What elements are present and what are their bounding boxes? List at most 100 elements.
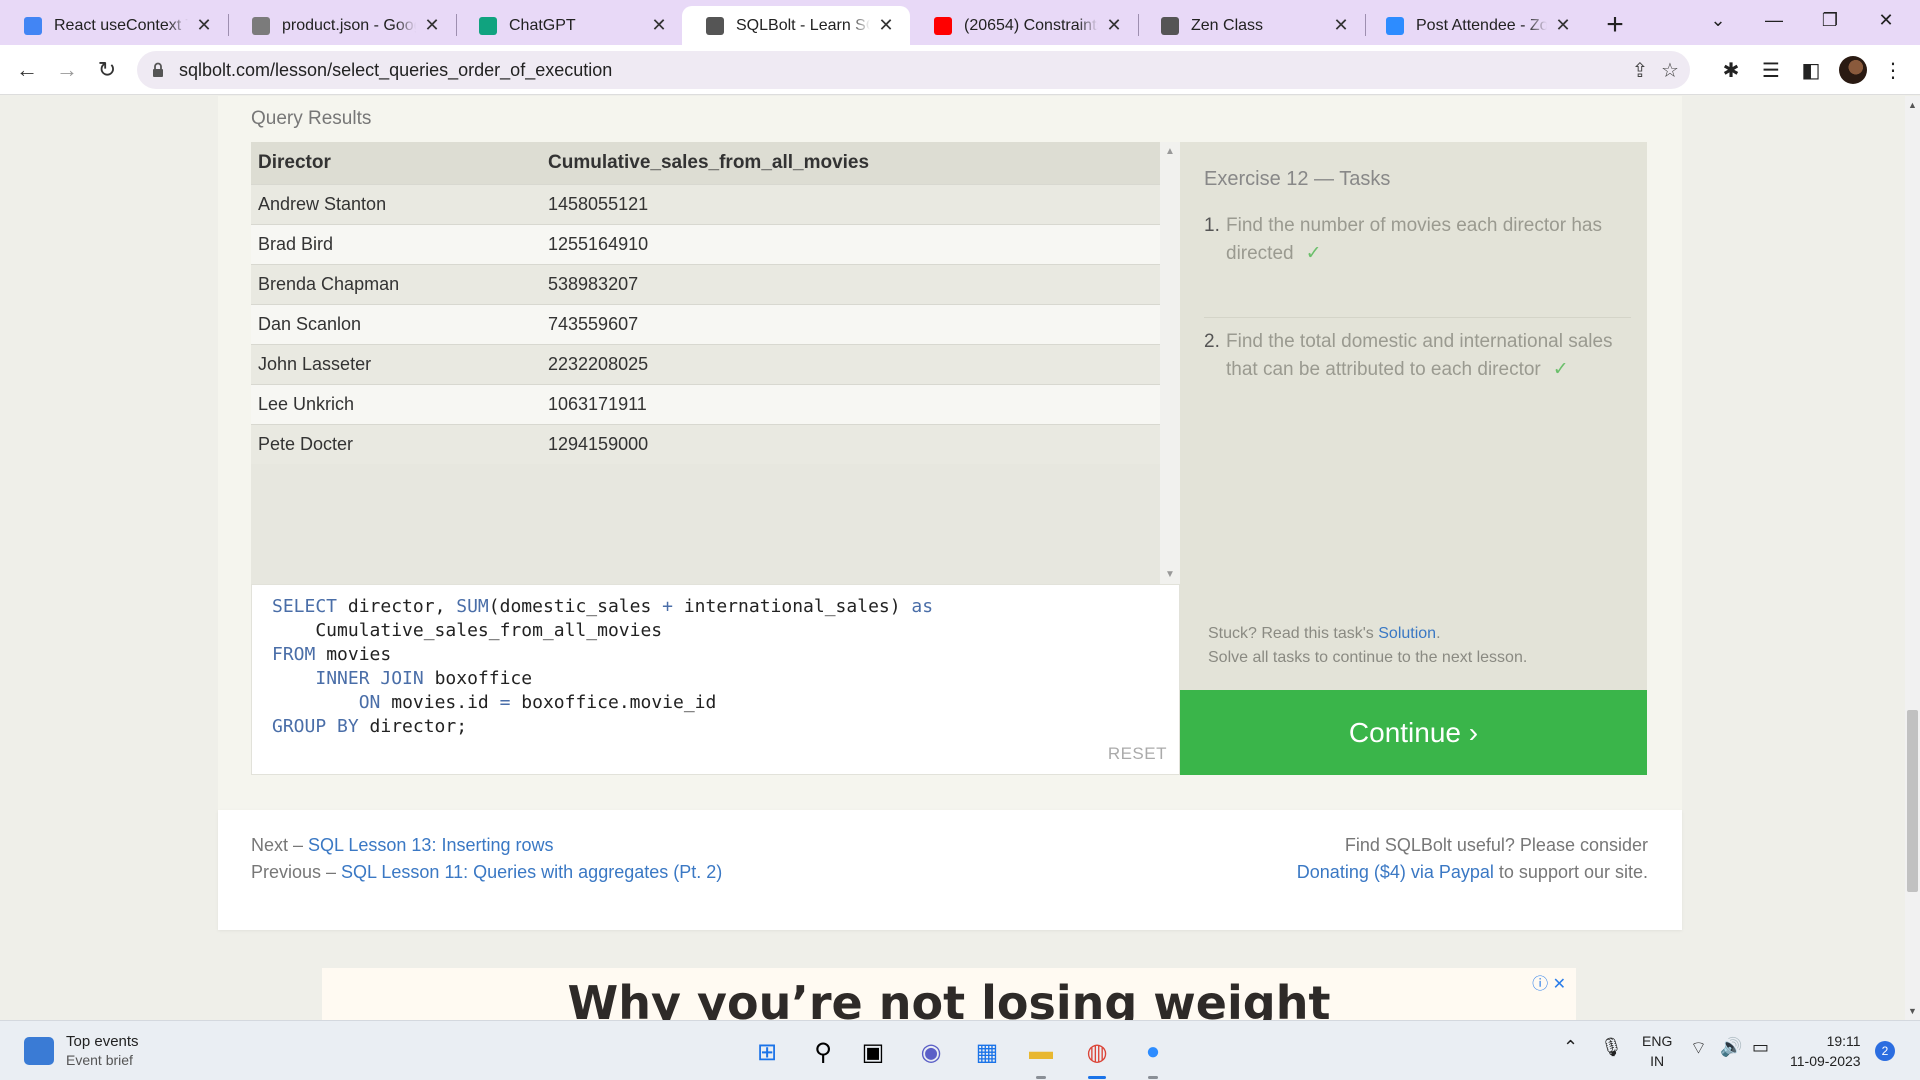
start-icon[interactable]: ⊞ <box>748 1033 786 1071</box>
tab-2[interactable]: product.json - Google Drive ✕ <box>228 6 456 45</box>
solution-link[interactable]: Solution <box>1378 625 1436 642</box>
restore-button[interactable]: ❐ <box>1802 0 1858 40</box>
code-line[interactable]: FROM movies <box>272 643 933 667</box>
sql-text[interactable]: director, <box>337 596 456 617</box>
menu-kebab-icon[interactable]: ⋮ <box>1878 55 1908 85</box>
lock-icon[interactable] <box>151 61 165 79</box>
clock[interactable]: 19:11 11-09-2023 <box>1790 1031 1861 1071</box>
sql-text[interactable]: (domestic_sales <box>489 596 662 617</box>
sql-text[interactable] <box>272 692 359 713</box>
adchoices-icon[interactable]: ⓘ <box>1532 976 1548 993</box>
ad-close-icon[interactable]: ✕ <box>1553 976 1566 993</box>
page-scroll-thumb[interactable] <box>1907 710 1918 892</box>
tab-3[interactable]: ChatGPT ✕ <box>455 6 683 45</box>
sql-text[interactable]: international_sales) <box>673 596 911 617</box>
results-scrollbar[interactable]: ▲ ▼ <box>1160 142 1180 584</box>
widgets-button[interactable]: Top events Event brief <box>24 1033 139 1068</box>
task-view-icon[interactable]: ▣ <box>854 1033 892 1071</box>
page-scroll-up-icon[interactable]: ▲ <box>1908 100 1917 110</box>
sql-keyword[interactable]: as <box>911 596 933 617</box>
ad-headline[interactable]: Why you’re not losing weight <box>322 976 1576 1020</box>
sql-keyword[interactable]: SELECT <box>272 596 337 617</box>
sql-keyword[interactable]: ON <box>359 692 381 713</box>
bookmark-star-icon[interactable]: ☆ <box>1657 57 1683 83</box>
close-tab-icon[interactable]: ✕ <box>194 15 214 36</box>
media-control-icon[interactable]: ☰ <box>1756 55 1786 85</box>
tab-6[interactable]: Zen Class ✕ <box>1137 6 1365 45</box>
chrome-icon[interactable]: ◍ <box>1078 1033 1116 1079</box>
director-cell: John Lasseter <box>251 343 541 384</box>
sql-keyword[interactable]: SUM <box>456 596 489 617</box>
continue-button[interactable]: Continue › <box>1180 690 1647 775</box>
tab-5[interactable]: (20654) Constraints in SQL ✕ <box>910 6 1138 45</box>
scroll-down-icon[interactable]: ▼ <box>1165 569 1175 580</box>
close-tab-icon[interactable]: ✕ <box>1331 15 1351 36</box>
sql-text[interactable]: director; <box>359 716 468 737</box>
sql-text[interactable]: Cumulative_sales_from_all_movies <box>272 620 662 641</box>
address-bar[interactable]: sqlbolt.com/lesson/select_queries_order_… <box>137 51 1690 89</box>
windows-taskbar: Top events Event brief ⊞ ⚲ ▣ ◉ ▦ ▬ ◍ ● ⌃… <box>0 1020 1920 1080</box>
volume-icon[interactable]: 🔊 <box>1720 1037 1742 1058</box>
query-results-label: Query Results <box>251 108 372 129</box>
language-indicator[interactable]: ENG IN <box>1642 1031 1672 1071</box>
sql-text[interactable]: movies <box>315 644 391 665</box>
tab-1[interactable]: React useContext Task ✕ <box>0 6 228 45</box>
file-explorer-icon[interactable]: ▬ <box>1022 1033 1060 1079</box>
chatgpt-icon <box>479 16 497 35</box>
close-tab-icon[interactable]: ✕ <box>1553 15 1573 36</box>
url-text[interactable]: sqlbolt.com/lesson/select_queries_order_… <box>179 60 612 81</box>
sql-text[interactable]: boxoffice <box>424 668 533 689</box>
sql-keyword[interactable]: INNER JOIN <box>315 668 423 689</box>
profile-avatar[interactable] <box>1839 56 1867 84</box>
close-tab-icon[interactable]: ✕ <box>649 15 669 36</box>
sql-text[interactable]: movies.id <box>380 692 499 713</box>
zoom-icon[interactable]: ● <box>1134 1033 1172 1079</box>
close-tab-icon[interactable]: ✕ <box>1104 15 1124 36</box>
code-line[interactable]: GROUP BY director; <box>272 715 933 739</box>
sql-keyword[interactable]: GROUP BY <box>272 716 359 737</box>
tab-search-icon[interactable]: ⌄ <box>1690 0 1746 40</box>
search-icon[interactable]: ⚲ <box>804 1033 842 1071</box>
sql-text[interactable] <box>272 668 315 689</box>
tray-overflow-icon[interactable]: ⌃ <box>1563 1037 1578 1058</box>
close-tab-icon[interactable]: ✕ <box>422 15 442 36</box>
minimize-button[interactable]: — <box>1746 0 1802 40</box>
tab-7[interactable]: Post Attendee - Zoom ✕ <box>1362 6 1587 45</box>
sql-editor[interactable]: SELECT director, SUM(domestic_sales + in… <box>251 584 1180 775</box>
code-line[interactable]: SELECT director, SUM(domestic_sales + in… <box>272 595 933 619</box>
next-lesson-link[interactable]: SQL Lesson 13: Inserting rows <box>308 835 553 855</box>
close-tab-icon[interactable]: ✕ <box>876 15 896 36</box>
language-code: ENG <box>1642 1033 1673 1049</box>
back-icon[interactable]: ← <box>10 53 44 87</box>
advertisement-banner[interactable]: Why you’re not losing weight ⓘ ✕ <box>322 968 1576 1020</box>
sql-code[interactable]: SELECT director, SUM(domestic_sales + in… <box>272 595 933 739</box>
donate-link[interactable]: Donating ($4) via Paypal <box>1297 862 1494 882</box>
tab-4[interactable]: SQLBolt - Learn SQL - SQL Lesson 12 ✕ <box>682 6 910 45</box>
sql-keyword[interactable]: + <box>662 596 673 617</box>
previous-lesson-link[interactable]: SQL Lesson 11: Queries with aggregates (… <box>341 862 722 882</box>
teams-chat-icon[interactable]: ◉ <box>912 1033 950 1071</box>
microphone-icon[interactable]: 🎙 <box>1600 1037 1623 1058</box>
notification-badge[interactable]: 2 <box>1875 1041 1895 1061</box>
sql-keyword[interactable]: = <box>500 692 511 713</box>
scroll-up-icon[interactable]: ▲ <box>1165 146 1175 157</box>
forward-icon[interactable]: → <box>50 53 84 87</box>
code-line[interactable]: ON movies.id = boxoffice.movie_id <box>272 691 933 715</box>
page-scrollbar[interactable]: ▲ ▼ <box>1905 96 1920 1020</box>
extensions-icon[interactable]: ✱ <box>1716 55 1746 85</box>
wifi-icon[interactable]: ⌔ <box>1690 1037 1707 1060</box>
reload-icon[interactable]: ↻ <box>90 53 124 87</box>
store-icon[interactable]: ▦ <box>968 1033 1006 1071</box>
close-window-button[interactable]: ✕ <box>1858 0 1914 40</box>
page-scroll-down-icon[interactable]: ▼ <box>1908 1006 1917 1016</box>
checkmark-icon: ✓ <box>1552 359 1569 380</box>
battery-icon[interactable]: ▭ <box>1752 1037 1769 1058</box>
share-icon[interactable]: ⇪ <box>1627 57 1653 83</box>
code-line[interactable]: Cumulative_sales_from_all_movies <box>272 619 933 643</box>
sql-keyword[interactable]: FROM <box>272 644 315 665</box>
side-panel-icon[interactable]: ◧ <box>1796 55 1826 85</box>
reset-button[interactable]: RESET <box>1108 744 1167 764</box>
new-tab-button[interactable]: + <box>1598 8 1632 42</box>
sql-text[interactable]: boxoffice.movie_id <box>510 692 716 713</box>
code-line[interactable]: INNER JOIN boxoffice <box>272 667 933 691</box>
